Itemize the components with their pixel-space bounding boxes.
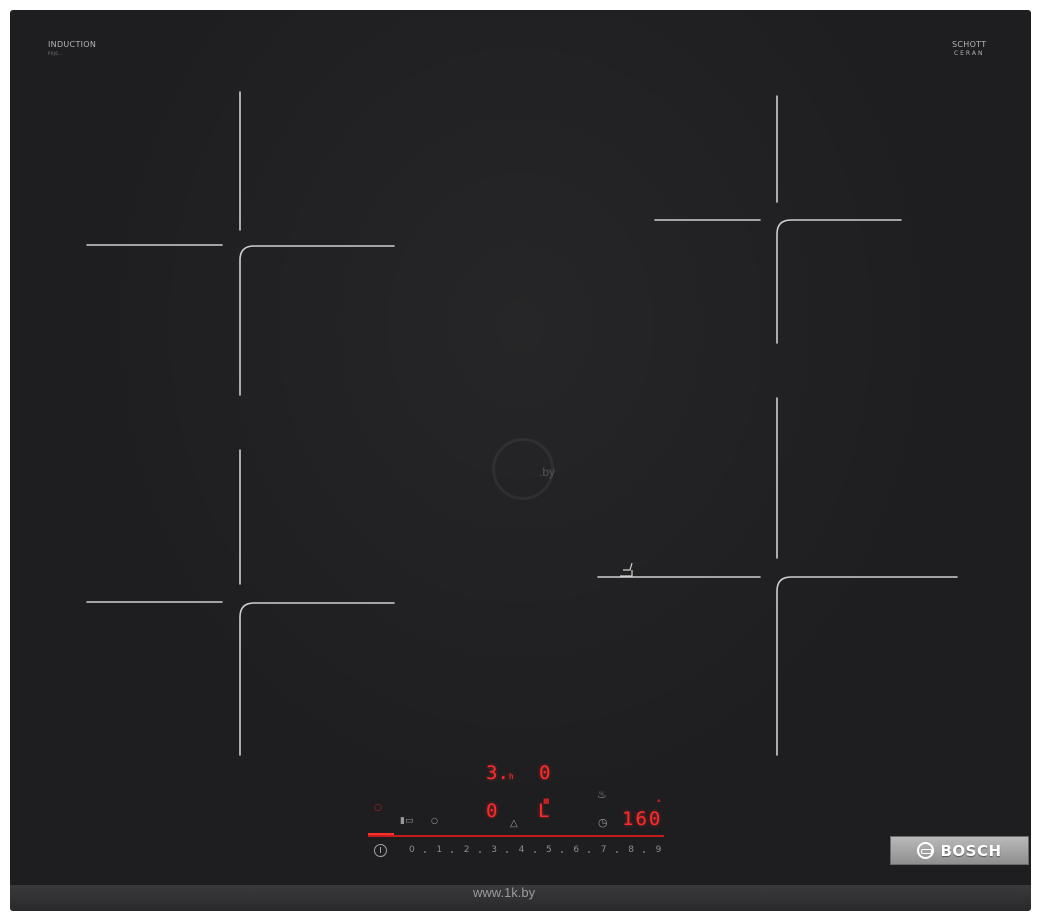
zone-rear-right-corner	[776, 219, 902, 344]
zone-front-left-corner	[239, 602, 395, 756]
slider-step-dot	[478, 851, 481, 853]
watermark-bottom-text: www.1k.by	[473, 885, 536, 900]
cooking-sensor-icon[interactable]: ♨	[597, 788, 607, 801]
power-icon	[380, 847, 381, 853]
zone-front-right-corner	[776, 576, 958, 756]
timer-top-value: 3.	[486, 762, 509, 784]
reset-icon[interactable]: ○	[431, 816, 438, 825]
pan-sensor-marker-icon	[620, 562, 633, 577]
zone-rear-left-corner	[239, 245, 395, 396]
wifi-icon[interactable]: ○	[374, 803, 382, 813]
timer-clock-icon[interactable]: ◷	[598, 816, 608, 829]
slider-level-5[interactable]: 5	[546, 845, 552, 855]
power-boost-icon[interactable]: ▮▭	[400, 816, 413, 826]
slider-step-dot	[424, 851, 426, 853]
watermark-center-text: .by	[539, 465, 556, 479]
slider-step-dot	[561, 851, 563, 853]
control-slider-highlight	[368, 833, 394, 835]
bosch-brand-text: BOSCH	[940, 841, 1002, 860]
slider-level-0[interactable]: 0	[409, 845, 415, 855]
slider-level-2[interactable]: 2	[464, 845, 470, 855]
slider-level-7[interactable]: 7	[601, 845, 607, 855]
control-slider-track[interactable]	[368, 835, 664, 837]
bosch-brand-plate: BOSCH	[890, 836, 1029, 865]
temperature-display: 160	[622, 808, 663, 830]
timer-display-top: 3.h	[486, 762, 514, 784]
keep-warm-icon[interactable]: △	[510, 818, 518, 829]
slider-level-4[interactable]: 4	[519, 845, 525, 855]
level-display-middle: 0	[486, 800, 498, 822]
slider-step-dot	[533, 851, 536, 853]
frying-sensor-icon[interactable]: ■	[543, 797, 550, 805]
slider-level-6[interactable]: 6	[573, 845, 579, 855]
bosch-logo-icon	[917, 842, 935, 859]
slider-level-3[interactable]: 3	[491, 845, 497, 855]
timer-top-unit: h	[508, 772, 514, 781]
slider-level-8[interactable]: 8	[628, 845, 634, 855]
cooktop-surface: INDUCTION PXJ6... SCHOTT CERAN .by 3.h 0…	[10, 10, 1031, 911]
slider-step-dot	[615, 851, 618, 853]
slider-level-1[interactable]: 1	[436, 845, 442, 855]
level-display-top: 0	[539, 762, 551, 784]
power-button[interactable]	[374, 844, 387, 857]
temperature-indicator-icon: ▴	[657, 796, 661, 804]
slider-level-9[interactable]: 9	[656, 845, 662, 855]
